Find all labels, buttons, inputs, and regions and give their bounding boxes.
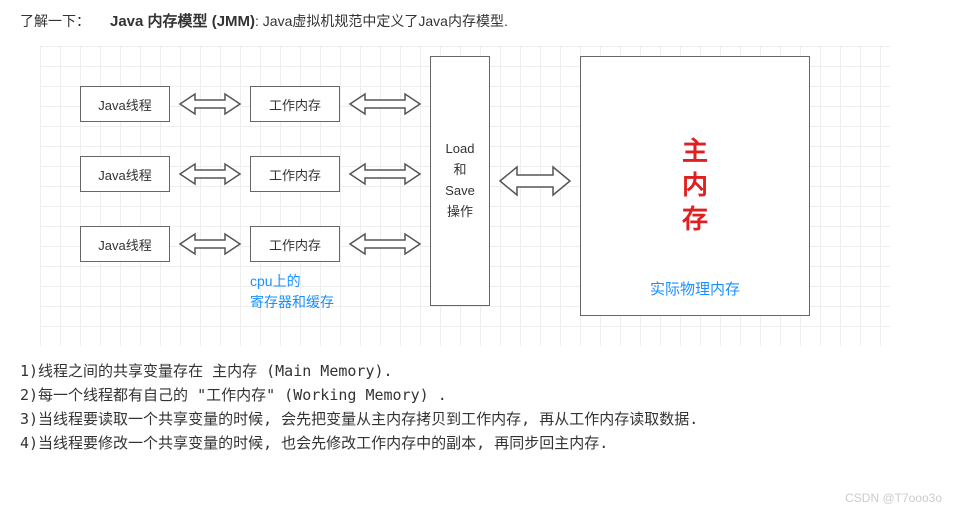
main-memory-caption: 实际物理内存 [581, 278, 809, 299]
cpu-caption-line2: 寄存器和缓存 [250, 292, 410, 313]
header-desc: : Java虚拟机规范中定义了Java内存模型. [255, 13, 508, 29]
double-arrow-icon [345, 159, 425, 189]
header: 了解一下： Java 内存模型 (JMM): Java虚拟机规范中定义了Java… [0, 0, 962, 41]
main-memory-box: 主 内 存 实际物理内存 [580, 56, 810, 316]
note-item-1: 1)线程之间的共享变量存在 主内存 (Main Memory). [20, 359, 942, 383]
cpu-caption: cpu上的 寄存器和缓存 [250, 271, 410, 313]
working-memory-box-1: 工作内存 [250, 86, 340, 122]
double-arrow-icon [175, 229, 245, 259]
note-item-4: 4)当线程要修改一个共享变量的时候, 也会先修改工作内存中的副本, 再同步回主内… [20, 431, 942, 455]
java-thread-box-2: Java线程 [80, 156, 170, 192]
double-arrow-icon [495, 161, 575, 201]
header-title: Java 内存模型 (JMM) [110, 13, 255, 30]
header-label: 了解一下： [20, 11, 90, 31]
double-arrow-icon [175, 89, 245, 119]
double-arrow-icon [175, 159, 245, 189]
java-thread-box-3: Java线程 [80, 226, 170, 262]
double-arrow-icon [345, 89, 425, 119]
working-memory-box-2: 工作内存 [250, 156, 340, 192]
note-item-2: 2)每一个线程都有自己的 "工作内存" (Working Memory) . [20, 383, 942, 407]
java-thread-box-1: Java线程 [80, 86, 170, 122]
notes-list: 1)线程之间的共享变量存在 主内存 (Main Memory). 2)每一个线程… [0, 351, 962, 463]
cpu-caption-line1: cpu上的 [250, 271, 410, 292]
load-save-box: Load 和 Save 操作 [430, 56, 490, 306]
working-memory-box-3: 工作内存 [250, 226, 340, 262]
watermark: CSDN @T7ooo3o [845, 491, 942, 505]
main-memory-label: 主 内 存 [682, 135, 708, 236]
note-item-3: 3)当线程要读取一个共享变量的时候, 会先把变量从主内存拷贝到工作内存, 再从工… [20, 407, 942, 431]
jmm-diagram: Java线程 Java线程 Java线程 工作内存 工作内存 工作内存 Load… [40, 46, 890, 346]
double-arrow-icon [345, 229, 425, 259]
load-save-label: Load 和 Save 操作 [445, 139, 475, 222]
